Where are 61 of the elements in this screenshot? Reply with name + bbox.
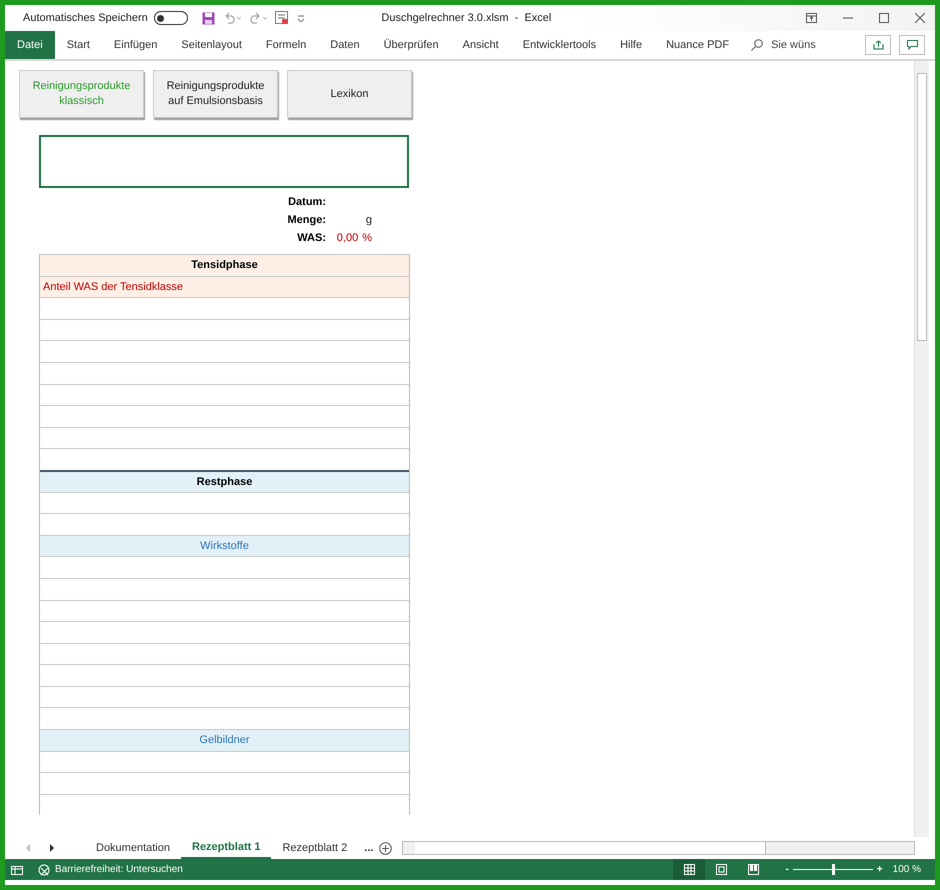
more-tabs[interactable]: ... — [364, 842, 374, 854]
sheet-tab[interactable]: Rezeptblatt 2 — [271, 837, 358, 859]
field-label: Menge: — [286, 214, 326, 226]
text-box[interactable] — [39, 135, 409, 188]
field-label: WAS: — [296, 232, 326, 244]
ribbon-display-icon[interactable] — [806, 13, 817, 23]
subsection-title: Gelbildner — [198, 734, 251, 746]
ribbon-tab[interactable]: Daten — [318, 31, 372, 59]
vertical-scrollbar[interactable] — [914, 61, 929, 837]
comment-icon — [906, 40, 918, 50]
scroll-thumb[interactable] — [917, 73, 927, 341]
redo-icon[interactable] — [248, 12, 267, 24]
ribbon-tab[interactable]: Überprüfen — [372, 31, 451, 59]
macro-button[interactable]: Reinigungsprodukte auf Emulsionsbasis — [153, 70, 278, 118]
customize-caret-icon[interactable] — [296, 14, 305, 22]
ribbon-tab[interactable]: Start — [54, 31, 102, 59]
ribbon-tab[interactable]: Ansicht — [450, 31, 511, 59]
zoom-in-button[interactable]: + — [876, 864, 883, 875]
cell-mode-icon — [11, 864, 23, 875]
ribbon-tab[interactable]: Seitenlayout — [169, 31, 254, 59]
ribbon-tab[interactable]: Datei — [5, 31, 55, 59]
field-value: 0,00 — [336, 232, 358, 244]
window-title: Duschgelrechner 3.0.xlsm - Excel — [380, 12, 552, 24]
field-label: Datum: — [287, 196, 326, 208]
sheet-tab[interactable]: Dokumentation — [85, 837, 181, 859]
accessibility-icon — [37, 864, 51, 876]
macro-button[interactable]: Lexikon — [287, 70, 412, 118]
unit-label: % — [362, 232, 372, 244]
maximize-icon[interactable] — [879, 13, 889, 23]
ribbon-tab[interactable]: Formeln — [254, 31, 318, 59]
form-icon[interactable] — [274, 11, 289, 25]
zoom-out-button[interactable]: - — [785, 864, 789, 875]
zoom-level: 100 % — [892, 864, 921, 875]
autosave-label: Automatisches Speichern — [23, 12, 148, 24]
zoom-thumb[interactable] — [832, 864, 835, 875]
page-layout-icon — [716, 864, 727, 875]
section-title: Restphase — [196, 476, 254, 488]
save-icon[interactable] — [202, 12, 215, 24]
autosave-toggle[interactable] — [154, 11, 188, 25]
unit-label: g — [366, 214, 372, 226]
close-icon[interactable] — [915, 13, 925, 23]
grid-icon — [684, 864, 695, 875]
ribbon-tab[interactable]: Hilfe — [608, 31, 654, 59]
ribbon-tab[interactable]: Entwicklertools — [510, 31, 608, 59]
share-button[interactable] — [865, 35, 891, 55]
search-field[interactable]: Sie wüns — [771, 39, 816, 51]
subsection-title: Wirkstoffe — [199, 540, 250, 552]
accessibility-status[interactable]: Barrierefreiheit: Untersuchen — [55, 864, 674, 875]
section-title: Tensidphase — [190, 259, 259, 272]
undo-icon[interactable] — [222, 12, 241, 24]
horizontal-scrollbar[interactable] — [402, 841, 915, 855]
view-button[interactable] — [673, 859, 706, 880]
ribbon-tab[interactable]: Einfügen — [102, 31, 170, 59]
ribbon-tab[interactable]: Nuance PDF — [654, 31, 742, 59]
search-icon[interactable] — [751, 39, 764, 51]
page-break-icon — [748, 864, 759, 875]
share-icon — [872, 40, 884, 50]
comment-button[interactable] — [899, 35, 925, 55]
next-sheet-icon[interactable] — [49, 844, 55, 852]
add-sheet-icon[interactable] — [379, 842, 392, 854]
note-text: Anteil WAS der Tensidklasse — [42, 280, 184, 293]
